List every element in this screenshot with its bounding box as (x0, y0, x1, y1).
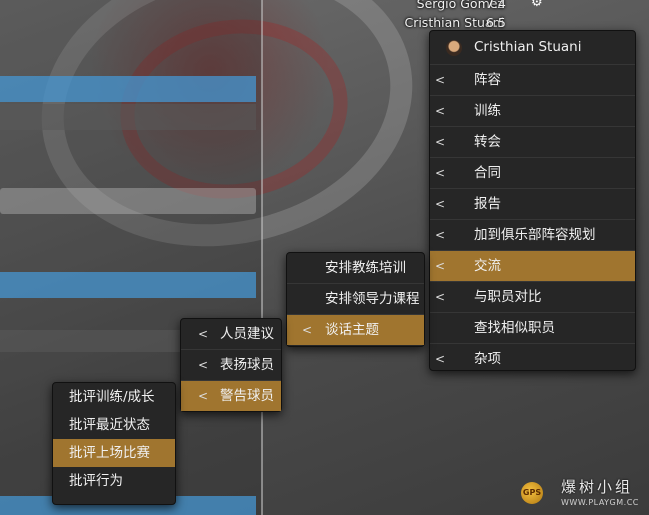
menu-item-transfer[interactable]: < 转会 (430, 127, 635, 158)
menu-item-criticize-form[interactable]: 批评最近状态 (53, 411, 175, 439)
rating-column: 7.4 6.5 (486, 0, 506, 32)
menu-item-criticize-behaviour[interactable]: 批评行为 (53, 467, 175, 495)
menu-item-praise-player[interactable]: < 表扬球员 (181, 350, 281, 381)
site-watermark: GPS 爆树小组 WWW.PLAYGM.CC (517, 470, 649, 515)
menu-item-squad[interactable]: < 阵容 (430, 65, 635, 96)
table-row[interactable] (0, 272, 256, 298)
player-avatar (446, 40, 462, 56)
chevron-left-icon: < (197, 358, 209, 372)
menu-item-personnel-advice[interactable]: < 人员建议 (181, 319, 281, 350)
menu-item-interaction[interactable]: < 交流 (430, 251, 635, 282)
menu-item-arrange-leadership[interactable]: 安排领导力课程 (287, 284, 424, 315)
menu-item-report[interactable]: < 报告 (430, 189, 635, 220)
menu-item-criticize-match[interactable]: 批评上场比赛 (53, 439, 175, 467)
menu-item-arrange-coaching[interactable]: 安排教练培训 (287, 253, 424, 284)
chevron-left-icon: < (197, 327, 209, 341)
context-menu-player-name: Cristhian Stuani (474, 39, 582, 55)
chevron-left-icon: < (434, 352, 446, 366)
watermark-title: 爆树小组 (561, 478, 634, 496)
interaction-submenu: 安排教练培训 安排领导力课程 < 谈话主题 (286, 252, 425, 347)
gear-icon[interactable]: ⚙ (531, 0, 543, 10)
player-context-menu: Cristhian Stuani < 阵容 < 训练 < 转会 < 合同 < 报告 < 加到… (429, 30, 636, 371)
chevron-left-icon: < (434, 228, 446, 242)
table-row[interactable] (0, 76, 256, 102)
chevron-left-icon: < (434, 135, 446, 149)
chevron-left-icon: < (434, 259, 446, 273)
chevron-left-icon: < (434, 104, 446, 118)
menu-item-training[interactable]: < 训练 (430, 96, 635, 127)
chevron-left-icon: < (434, 73, 446, 87)
menu-item-find-similar[interactable]: 查找相似职员 (430, 313, 635, 344)
menu-item-misc[interactable]: < 杂项 (430, 344, 635, 374)
warn-player-submenu: 批评训练/成长 批评最近状态 批评上场比赛 批评行为 (52, 382, 176, 505)
menu-item-contract[interactable]: < 合同 (430, 158, 635, 189)
chevron-left-icon: < (434, 197, 446, 211)
menu-item-criticize-training[interactable]: 批评训练/成长 (53, 383, 175, 411)
context-menu-header: Cristhian Stuani (430, 31, 635, 65)
menu-item-warn-player[interactable]: < 警告球员 (181, 381, 281, 411)
menu-item-talk-topic[interactable]: < 谈话主题 (287, 315, 424, 345)
chevron-left-icon: < (197, 389, 209, 403)
watermark-url: WWW.PLAYGM.CC (561, 498, 639, 507)
search-bar[interactable] (0, 188, 256, 214)
menu-item-add-to-squad-planner[interactable]: < 加到俱乐部阵容规划 (430, 220, 635, 251)
chevron-left-icon: < (301, 323, 313, 337)
player-rating: 7.4 (486, 0, 506, 11)
watermark-logo: GPS (521, 482, 543, 504)
chevron-left-icon: < (434, 166, 446, 180)
talk-topic-submenu: < 人员建议 < 表扬球员 < 警告球员 (180, 318, 282, 412)
menu-item-compare-staff[interactable]: < 与职员对比 (430, 282, 635, 313)
panel-divider[interactable] (261, 0, 263, 515)
chevron-left-icon: < (434, 290, 446, 304)
table-row[interactable] (0, 104, 256, 130)
